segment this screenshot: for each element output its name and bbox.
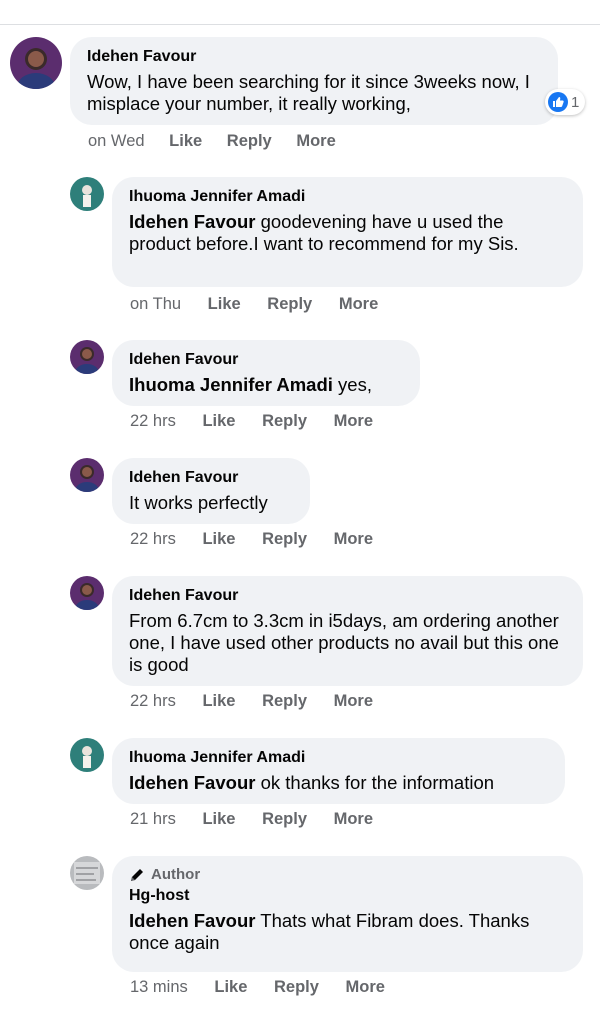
comment-author[interactable]: Idehen Favour	[87, 47, 541, 67]
comment-bubble: Ihuoma Jennifer Amadi Idehen Favour ok t…	[112, 738, 565, 804]
like-button[interactable]: Like	[202, 530, 235, 549]
more-button[interactable]: More	[334, 810, 373, 829]
more-button[interactable]: More	[339, 295, 378, 314]
avatar[interactable]	[70, 856, 104, 890]
comment-actions: on Thu Like Reply More	[130, 295, 378, 314]
reply-button[interactable]: Reply	[274, 978, 319, 997]
reaction-count: 1	[571, 93, 580, 111]
comment-body: yes,	[338, 374, 372, 395]
avatar[interactable]	[70, 177, 104, 211]
mention-link[interactable]: Ihuoma Jennifer Amadi	[129, 374, 333, 395]
reply-button[interactable]: Reply	[262, 530, 307, 549]
comment-actions: 13 mins Like Reply More	[130, 978, 385, 997]
more-button[interactable]: More	[334, 530, 373, 549]
comment-author[interactable]: Idehen Favour	[129, 468, 293, 488]
comment-bubble: Idehen Favour Ihuoma Jennifer Amadi yes,	[112, 340, 420, 406]
more-button[interactable]: More	[296, 132, 335, 151]
comment-text: Idehen Favour goodevening have u used th…	[129, 211, 566, 255]
comment-text: Wow, I have been searching for it since …	[87, 71, 530, 114]
like-button[interactable]: Like	[202, 692, 235, 711]
comment-bubble: Idehen Favour From 6.7cm to 3.3cm in i5d…	[112, 576, 583, 686]
mention-link[interactable]: Idehen Favour	[129, 772, 255, 793]
comment-bubble: Ihuoma Jennifer Amadi Idehen Favour good…	[112, 177, 583, 287]
more-button[interactable]: More	[346, 978, 385, 997]
avatar[interactable]	[70, 576, 104, 610]
comment-bubble: Idehen Favour Wow, I have been searching…	[70, 37, 558, 125]
comment-text: From 6.7cm to 3.3cm in i5days, am orderi…	[129, 610, 559, 675]
comment-actions: 22 hrs Like Reply More	[130, 530, 373, 549]
author-badge: Author	[129, 866, 566, 883]
comment-text: It works perfectly	[129, 492, 268, 513]
reply-button[interactable]: Reply	[262, 692, 307, 711]
like-button[interactable]: Like	[214, 978, 247, 997]
comment-author[interactable]: Idehen Favour	[129, 586, 566, 606]
comment-text: Idehen Favour ok thanks for the informat…	[129, 772, 548, 794]
avatar[interactable]	[70, 458, 104, 492]
comment-text: Ihuoma Jennifer Amadi yes,	[129, 374, 403, 396]
more-button[interactable]: More	[334, 412, 373, 431]
reply-button[interactable]: Reply	[227, 132, 272, 151]
reply-button[interactable]: Reply	[262, 810, 307, 829]
like-button[interactable]: Like	[202, 810, 235, 829]
comment-actions: 22 hrs Like Reply More	[130, 412, 373, 431]
mention-link[interactable]: Idehen Favour	[129, 211, 255, 232]
comment-actions: 22 hrs Like Reply More	[130, 692, 373, 711]
mention-link[interactable]: Idehen Favour	[129, 910, 255, 931]
reply-button[interactable]: Reply	[267, 295, 312, 314]
avatar[interactable]	[70, 340, 104, 374]
comment-bubble: Idehen Favour It works perfectly	[112, 458, 310, 524]
timestamp[interactable]: 21 hrs	[130, 810, 176, 829]
comment-author[interactable]: Hg-host	[129, 886, 566, 906]
like-button[interactable]: Like	[169, 132, 202, 151]
comment-author[interactable]: Idehen Favour	[129, 350, 403, 370]
more-button[interactable]: More	[334, 692, 373, 711]
comment-actions: on Wed Like Reply More	[88, 132, 336, 151]
comment-body: ok thanks for the information	[260, 772, 495, 793]
timestamp[interactable]: 22 hrs	[130, 412, 176, 431]
author-badge-label: Author	[151, 866, 201, 883]
top-divider	[0, 24, 600, 25]
timestamp[interactable]: 22 hrs	[130, 530, 176, 549]
comment-bubble: Author Hg-host Idehen Favour Thats what …	[112, 856, 583, 972]
comment-text: Idehen Favour Thats what Fibram does. Th…	[129, 910, 566, 954]
timestamp[interactable]: 13 mins	[130, 978, 188, 997]
thumbs-up-icon	[548, 92, 568, 112]
comment-actions: 21 hrs Like Reply More	[130, 810, 373, 829]
timestamp[interactable]: on Thu	[130, 295, 181, 314]
comment-author[interactable]: Ihuoma Jennifer Amadi	[129, 748, 548, 768]
comment-author[interactable]: Ihuoma Jennifer Amadi	[129, 187, 566, 207]
like-button[interactable]: Like	[208, 295, 241, 314]
pencil-icon	[131, 868, 143, 881]
reaction-summary[interactable]: 1	[545, 89, 586, 115]
timestamp[interactable]: on Wed	[88, 132, 145, 151]
avatar[interactable]	[70, 738, 104, 772]
like-button[interactable]: Like	[202, 412, 235, 431]
avatar[interactable]	[10, 37, 62, 89]
timestamp[interactable]: 22 hrs	[130, 692, 176, 711]
reply-button[interactable]: Reply	[262, 412, 307, 431]
